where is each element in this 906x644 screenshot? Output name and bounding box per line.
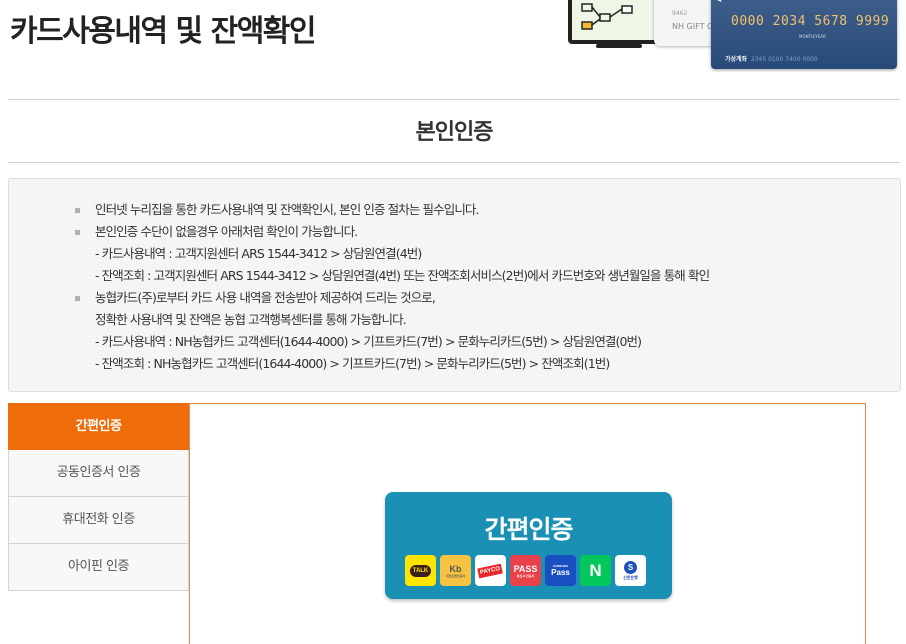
- tab-joint-certificate[interactable]: 공동인증서 인증: [8, 450, 189, 497]
- bullet-icon: [75, 208, 80, 213]
- card-image: ◀ 0000 2034 5678 9999 MONTH/YEAR 가상계좌 23…: [711, 0, 897, 69]
- divider-top: [8, 99, 900, 100]
- easy-auth-button[interactable]: 간편인증 TALK Kb 국민은행인증서 PAYCO PASS 통신사 인증서 SA…: [385, 492, 672, 599]
- payco-icon: PAYCO: [475, 555, 506, 586]
- samsung-pass-icon: SAMSUNG Pass: [545, 555, 576, 586]
- divider-bottom: [8, 162, 900, 163]
- notice-box: 인터넷 누리집을 통한 카드사용내역 및 잔액확인시, 본인 인증 절차는 필수…: [8, 178, 901, 392]
- card-number: 0000 2034 5678 9999: [731, 14, 890, 29]
- notice-sub-line: - 잔액조회 : 고객지원센터 ARS 1544-3412 > 상담원연결(4번…: [95, 268, 710, 283]
- notice-sub-line: 정확한 사용내역 및 잔액은 농협 고객행복센터를 통해 가능합니다.: [95, 312, 407, 327]
- card-valid-label: MONTH/YEAR: [799, 34, 826, 39]
- section-title: 본인인증: [415, 120, 494, 145]
- bullet-icon: [75, 230, 80, 235]
- monitor-flowchart-icon: [568, 0, 668, 44]
- monitor-stand: [596, 44, 642, 48]
- card-account: 가상계좌 2345 0100 7400 0000: [725, 56, 818, 63]
- tab-ipin[interactable]: 아이핀 인증: [8, 544, 189, 591]
- tab-easy-auth[interactable]: 간편인증: [8, 403, 189, 450]
- notice-sub-line: - 잔액조회 : NH농협카드 고객센터(1644-4000) > 기프트카드(…: [95, 356, 610, 371]
- auth-method-tabs: 간편인증 공동인증서 인증 휴대전화 인증 아이핀 인증: [8, 403, 189, 591]
- bullet-icon: [75, 296, 80, 301]
- header-illustration: 9462 NH GIFT CA ◀ 0000 2034 5678 9999 MO…: [566, 0, 906, 72]
- card-arrow-icon: ◀: [715, 0, 721, 3]
- kakaotalk-icon: TALK: [405, 555, 436, 586]
- notice-sub-line: - 카드사용내역 : NH농협카드 고객센터(1644-4000) > 기프트카…: [95, 334, 642, 349]
- shinhan-bank-icon: S 신한은행: [615, 555, 646, 586]
- notice-sub-line: - 카드사용내역 : 고객지원센터 ARS 1544-3412 > 상담원연결(…: [95, 246, 422, 261]
- notice-item: 농협카드(주)로부터 카드 사용 내역을 전송받아 제공하여 드리는 것으로, …: [75, 287, 709, 375]
- naver-icon: N: [580, 555, 611, 586]
- provider-icons: TALK Kb 국민은행인증서 PAYCO PASS 통신사 인증서 SAMSUNG…: [405, 555, 646, 586]
- easy-auth-label: 간편인증: [484, 515, 573, 544]
- gift-card-small-text: 9462: [672, 10, 688, 17]
- page-title: 카드사용내역 및 잔액확인: [10, 14, 317, 49]
- kb-bank-icon: Kb 국민은행인증서: [440, 555, 471, 586]
- notice-item: 본인인증 수단이 없을경우 아래처럼 확인이 가능합니다. - 카드사용내역 :…: [75, 221, 710, 287]
- notice-item: 인터넷 누리집을 통한 카드사용내역 및 잔액확인시, 본인 인증 절차는 필수…: [75, 199, 709, 221]
- pass-icon: PASS 통신사 인증서: [510, 555, 541, 586]
- notice-list: 인터넷 누리집을 통한 카드사용내역 및 잔액확인시, 본인 인증 절차는 필수…: [75, 199, 710, 375]
- tab-mobile-phone[interactable]: 휴대전화 인증: [8, 497, 189, 544]
